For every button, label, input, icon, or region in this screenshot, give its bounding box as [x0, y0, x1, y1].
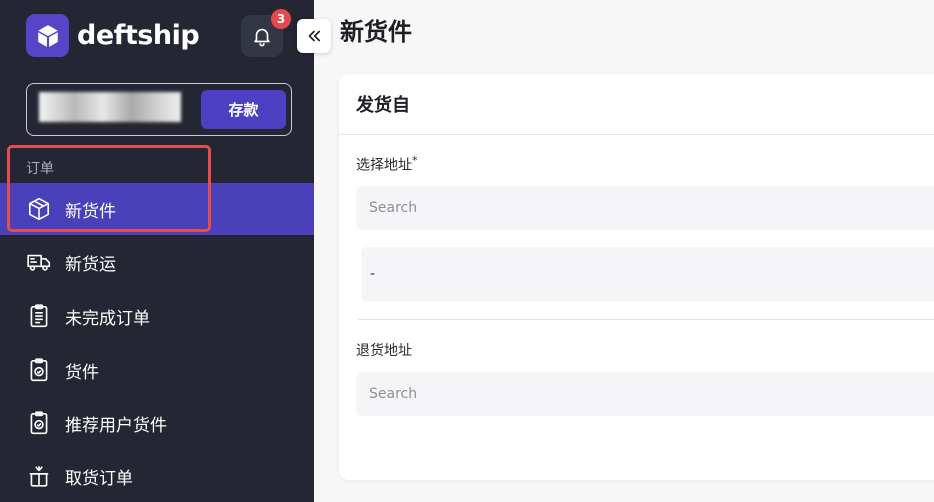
- section-divider: [358, 319, 934, 320]
- required-mark: *: [412, 154, 418, 167]
- sidebar-item-label: 推荐用户货件: [65, 415, 167, 436]
- sidebar-item-label: 未完成订单: [65, 308, 150, 329]
- sidebar-item-label: 货件: [65, 362, 99, 383]
- return-address-label: 退货地址: [356, 343, 412, 359]
- package-icon: [26, 196, 52, 222]
- page-title: 新货件: [340, 18, 412, 46]
- sidebar-item-label: 新货件: [65, 201, 116, 222]
- sidebar-item-new-shipment[interactable]: 新货件: [0, 183, 314, 235]
- clipboard-list-icon: [26, 303, 52, 329]
- ship-from-card: 发货自 选择地址* - 退货地址: [339, 74, 934, 480]
- select-address-label: 选择地址*: [356, 154, 418, 175]
- sidebar-item-referral-shipments[interactable]: 推荐用户货件: [0, 397, 314, 449]
- balance-amount-redacted: [39, 92, 181, 122]
- cube-logo-icon: [26, 14, 69, 57]
- sidebar-item-incomplete-orders[interactable]: 未完成订单: [0, 290, 314, 342]
- card-title: 发货自: [356, 95, 410, 116]
- balance-panel: 存款: [26, 83, 292, 136]
- selected-address-display: -: [361, 247, 934, 301]
- sidebar-item-pickup-orders[interactable]: 取货订单: [0, 450, 314, 502]
- card-divider: [339, 134, 934, 135]
- clipboard-check-icon: [26, 357, 52, 383]
- notification-badge: 3: [271, 9, 291, 29]
- bell-icon: [254, 28, 270, 47]
- address-value: -: [370, 266, 376, 282]
- sidebar-item-new-freight[interactable]: 新货运: [0, 236, 314, 288]
- select-address-label-text: 选择地址: [356, 157, 412, 174]
- truck-icon: [26, 249, 52, 275]
- section-label-orders: 订单: [26, 161, 54, 177]
- collapse-sidebar-button[interactable]: [297, 19, 331, 53]
- double-chevron-left-icon: [308, 30, 321, 42]
- deposit-button[interactable]: 存款: [201, 90, 286, 129]
- clipboard-check-icon: [26, 410, 52, 436]
- return-address-search-input[interactable]: [356, 372, 934, 416]
- sidebar: deftship 3 存款 订单 新货件 新货运 未完成订单 货件 推荐用户货件…: [0, 0, 314, 502]
- pickup-box-icon: [26, 463, 52, 489]
- brand-logo[interactable]: deftship: [26, 14, 200, 57]
- brand-name: deftship: [77, 20, 200, 51]
- sidebar-item-shipments[interactable]: 货件: [0, 344, 314, 396]
- sidebar-item-label: 新货运: [65, 254, 116, 275]
- sidebar-item-label: 取货订单: [65, 468, 133, 489]
- select-address-search-input[interactable]: [356, 186, 934, 230]
